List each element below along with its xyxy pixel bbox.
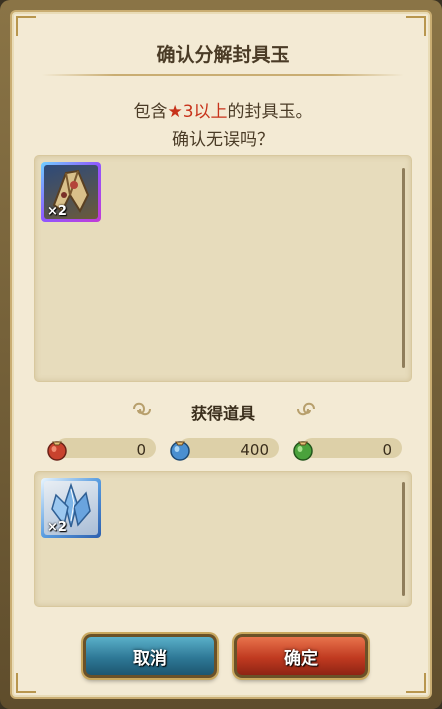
- blue-gem-pouch-icon: [170, 441, 190, 461]
- ice-crystal-icon: ×2: [44, 481, 98, 535]
- dialog-panel: 确认分解封具玉 包含★3以上的封具玉。 确认无误吗？ ×2 获得道具 0 400…: [10, 10, 432, 699]
- corner-ornament: [406, 16, 426, 36]
- obtain-title: 获得道具: [190, 404, 255, 423]
- scrollbar[interactable]: [402, 482, 405, 596]
- dialog-title: 确认分解封具玉: [156, 44, 290, 66]
- confirm-button[interactable]: 确定: [234, 634, 368, 678]
- title-divider: [42, 74, 404, 76]
- corner-ornament: [406, 673, 426, 693]
- resource-value: 0: [382, 441, 392, 459]
- message-highlight: ★3以上: [167, 102, 228, 122]
- resource-red: 0: [44, 436, 156, 461]
- green-gem-pouch-icon: [293, 441, 313, 461]
- resource-value: 400: [240, 441, 269, 459]
- confirm-question: 确认无误吗？: [172, 130, 274, 150]
- selected-item[interactable]: ×2: [41, 162, 101, 222]
- confirm-message: 包含★3以上的封具玉。: [12, 97, 434, 122]
- item-count: ×2: [47, 520, 67, 535]
- resource-green: 0: [290, 436, 402, 461]
- obtained-item[interactable]: ×2: [41, 478, 101, 538]
- dialog-frame: 确认分解封具玉 包含★3以上的封具玉。 确认无误吗？ ×2 获得道具 0 400…: [0, 0, 442, 709]
- item-count: ×2: [47, 204, 67, 219]
- scrollbar[interactable]: [402, 168, 405, 368]
- message-prefix: 包含: [133, 102, 168, 122]
- message-suffix: 的封具玉。: [227, 102, 313, 122]
- red-gem-pouch-icon: [47, 441, 67, 461]
- obtained-items-list[interactable]: ×2: [34, 471, 412, 607]
- armor-piece-icon: ×2: [44, 165, 98, 219]
- ornament-icon: [297, 402, 315, 416]
- corner-ornament: [16, 16, 36, 36]
- selected-items-list[interactable]: ×2: [34, 155, 412, 382]
- cancel-button[interactable]: 取消: [83, 634, 217, 678]
- corner-ornament: [16, 673, 36, 693]
- resource-value: 0: [136, 441, 146, 459]
- resource-blue: 400: [167, 436, 279, 461]
